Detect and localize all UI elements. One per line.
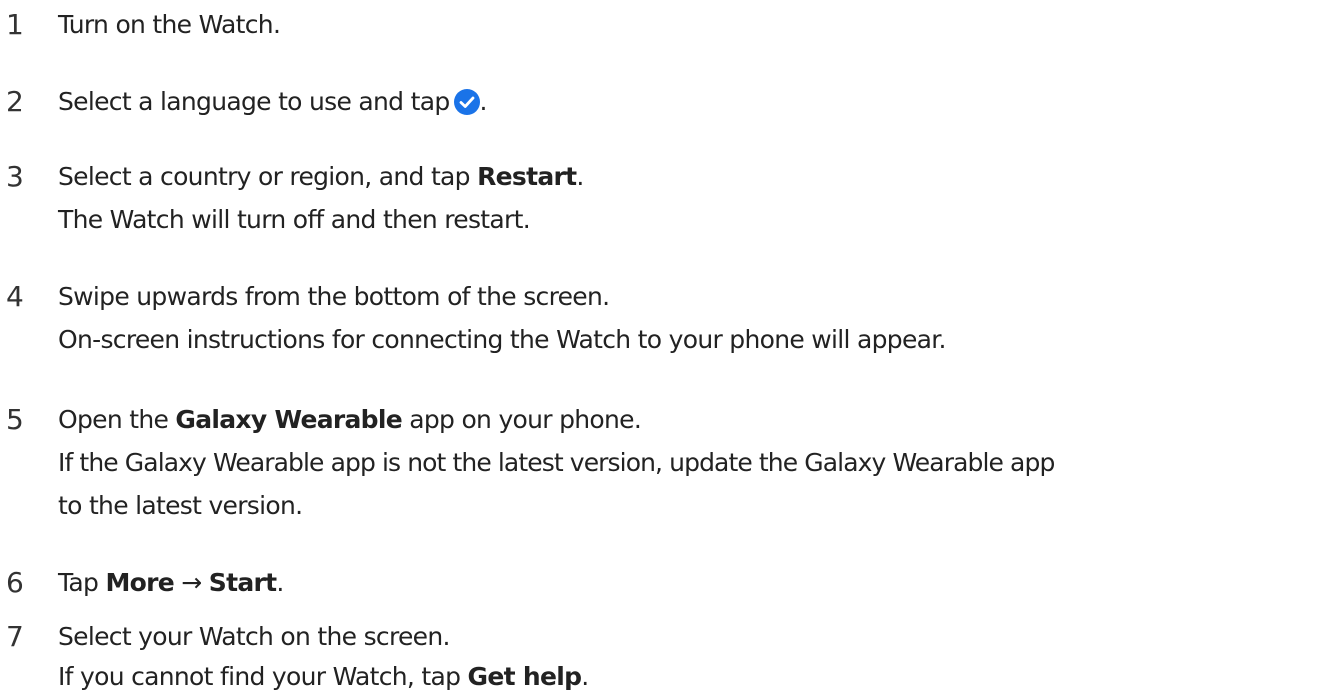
step-text-after: . [479, 87, 488, 116]
step-text-before: Select a language to use and tap [58, 87, 450, 116]
step-note: The Watch will turn off and then restart… [58, 205, 531, 234]
step-text: Tap More → Start. [58, 563, 284, 603]
step-number: 3 [6, 160, 24, 193]
step-text-after: . [576, 162, 584, 191]
step-number: 6 [6, 566, 24, 599]
arrow-separator: → [174, 568, 209, 597]
step-text-before: Open the [58, 405, 176, 434]
step-text: Turn on the Watch. [58, 10, 281, 39]
step-text: Swipe upwards from the bottom of the scr… [58, 282, 610, 311]
galaxy-wearable-label: Galaxy Wearable [175, 405, 402, 434]
step-note: If you cannot find your Watch, tap Get h… [58, 657, 589, 697]
step-text: Select your Watch on the screen. [58, 622, 450, 651]
step-text: Select a country or region, and tap Rest… [58, 157, 584, 197]
step-note: On-screen instructions for connecting th… [58, 325, 946, 354]
step-text: Open the Galaxy Wearable app on your pho… [58, 400, 642, 440]
step-text-after: . [581, 662, 589, 691]
step-number: 1 [6, 8, 24, 41]
step-number: 4 [6, 280, 24, 313]
step-note: If the Galaxy Wearable app is not the la… [58, 448, 1055, 477]
step-note-continued: to the latest version. [58, 491, 303, 520]
check-circle-icon [453, 89, 480, 115]
step-number: 5 [6, 403, 24, 436]
step-number: 7 [6, 620, 24, 653]
step-number: 2 [6, 85, 24, 118]
step-text-before: Select a country or region, and tap [58, 162, 478, 191]
get-help-label: Get help [467, 662, 582, 691]
start-label: Start [208, 568, 277, 597]
step-text: Select a language to use and tap. [58, 82, 487, 122]
restart-label: Restart [477, 162, 577, 191]
more-label: More [105, 568, 175, 597]
step-text-after: app on your phone. [402, 405, 642, 434]
step-text-before: Tap [58, 568, 106, 597]
step-text-before: If you cannot find your Watch, tap [58, 662, 468, 691]
step-text-after: . [276, 568, 284, 597]
